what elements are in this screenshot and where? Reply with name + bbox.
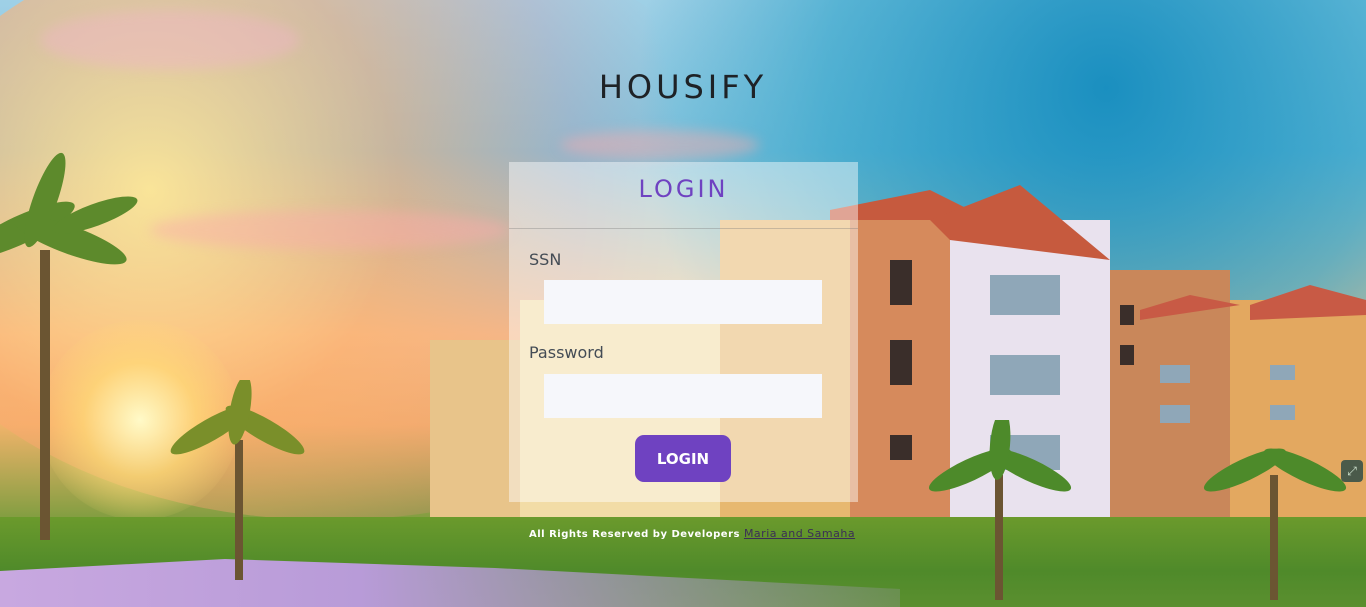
cloud: [560, 130, 760, 160]
login-heading: LOGIN: [509, 162, 858, 229]
ssn-input[interactable]: [544, 280, 822, 324]
password-label: Password: [529, 343, 604, 362]
footer: All Rights Reserved by Developers Maria …: [529, 527, 855, 540]
palm-tree: [928, 420, 1072, 600]
expand-icon[interactable]: ⤢: [1341, 460, 1363, 482]
developers-link[interactable]: Maria and Samaha: [744, 527, 855, 540]
ssn-label: SSN: [529, 250, 562, 269]
login-button[interactable]: LOGIN: [635, 435, 731, 482]
password-input[interactable]: [544, 374, 822, 418]
palm-tree: [1203, 448, 1347, 600]
cloud: [40, 10, 300, 70]
login-form: LOGIN SSN Password LOGIN: [509, 162, 858, 502]
palm-tree: [170, 380, 305, 580]
site-title: HOUSIFY: [598, 68, 768, 106]
footer-text: All Rights Reserved by Developers: [529, 529, 740, 540]
